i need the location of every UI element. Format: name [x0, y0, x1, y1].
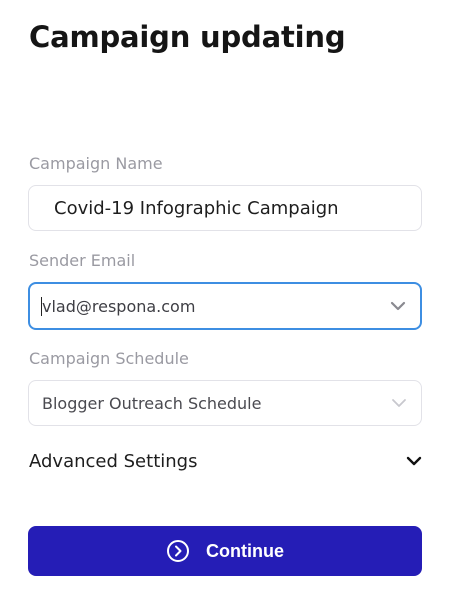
campaign-name-value: Covid-19 Infographic Campaign [54, 197, 339, 219]
circle-arrow-right-icon [167, 540, 189, 562]
continue-button[interactable]: Continue [28, 526, 422, 576]
campaign-schedule-select[interactable]: Blogger Outreach Schedule [28, 380, 422, 426]
sender-email-value: vlad@respona.com [42, 296, 196, 316]
sender-email-label: Sender Email [29, 251, 136, 270]
chevron-down-icon[interactable] [406, 455, 422, 467]
sender-email-select[interactable]: vlad@respona.com [28, 282, 422, 330]
campaign-schedule-value: Blogger Outreach Schedule [42, 393, 262, 413]
chevron-down-icon[interactable] [389, 300, 407, 312]
campaign-name-field[interactable]: Covid-19 Infographic Campaign [28, 185, 422, 231]
campaign-name-label: Campaign Name [29, 154, 163, 173]
continue-button-label: Continue [206, 540, 284, 561]
advanced-settings-label: Advanced Settings [29, 450, 198, 472]
advanced-settings-toggle[interactable]: Advanced Settings [29, 448, 423, 474]
campaign-schedule-label: Campaign Schedule [29, 349, 189, 368]
chevron-down-icon[interactable] [390, 397, 408, 409]
page-title: Campaign updating [29, 20, 346, 54]
sender-email-value-wrap: vlad@respona.com [30, 296, 196, 316]
